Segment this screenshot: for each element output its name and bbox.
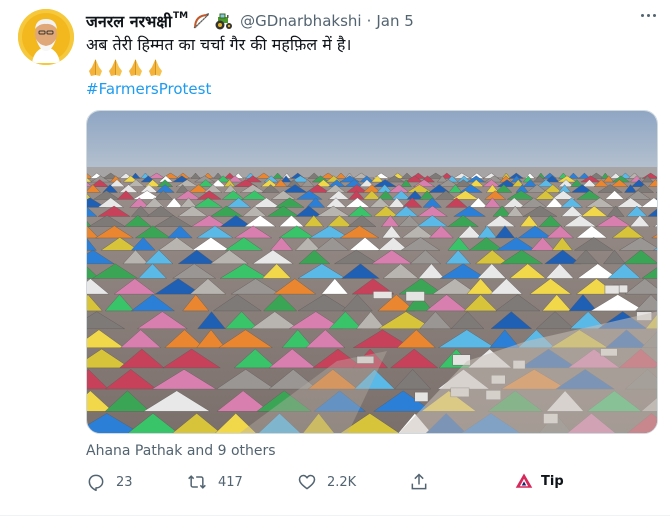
reply-count: 23 bbox=[116, 474, 133, 490]
retweet-icon bbox=[188, 475, 206, 489]
display-name[interactable]: जनरल नरभक्षी bbox=[86, 10, 172, 32]
name-emoji-badges bbox=[192, 12, 234, 30]
reply-icon bbox=[88, 474, 104, 492]
more-icon[interactable] bbox=[641, 14, 656, 17]
emoji-row bbox=[86, 56, 165, 78]
tweet-photo[interactable] bbox=[86, 110, 658, 434]
vehicle-shape bbox=[405, 291, 425, 302]
tweet[interactable]: जनरल नरभक्षी TM @GDnarbhakshi · Jan 5 अब… bbox=[0, 0, 670, 516]
like-icon bbox=[298, 474, 316, 490]
user-handle[interactable]: @GDnarbhakshi bbox=[240, 12, 361, 30]
like-button[interactable]: 2.2K bbox=[297, 472, 356, 492]
reply-button[interactable]: 23 bbox=[86, 472, 133, 492]
share-button[interactable] bbox=[409, 472, 429, 492]
trademark-mark: TM bbox=[173, 11, 189, 21]
hashtag-link[interactable]: #FarmersProtest bbox=[86, 79, 211, 99]
avatar-image bbox=[18, 9, 74, 65]
vehicle-shape bbox=[414, 391, 429, 402]
avatar[interactable] bbox=[18, 9, 74, 65]
tip-label: Tip bbox=[541, 473, 564, 489]
tip-button[interactable]: Tip bbox=[515, 472, 564, 490]
tweet-text: अब तेरी हिम्मत का चर्चा गैर की महफ़िल मे… bbox=[86, 35, 352, 54]
tip-icon bbox=[515, 473, 533, 488]
separator-dot: · bbox=[366, 12, 372, 30]
folded-hands-icon bbox=[149, 58, 162, 76]
share-icon bbox=[411, 473, 427, 490]
folded-hands-icon bbox=[89, 58, 102, 76]
retweet-count: 417 bbox=[218, 474, 243, 490]
bow-and-arrow-icon bbox=[193, 13, 210, 29]
folded-hands-icon bbox=[129, 58, 142, 76]
tweet-actions: 23 417 2.2K Tip bbox=[86, 472, 566, 500]
tweet-date[interactable]: Jan 5 bbox=[376, 12, 413, 30]
tractor-icon bbox=[215, 13, 233, 30]
retweet-button[interactable]: 417 bbox=[186, 472, 243, 492]
like-count: 2.2K bbox=[327, 474, 357, 490]
tweet-header: जनरल नरभक्षी TM @GDnarbhakshi · Jan 5 bbox=[86, 10, 414, 32]
tent-city-photo bbox=[87, 111, 657, 433]
likers-summary[interactable]: Ahana Pathak and 9 others bbox=[86, 443, 276, 459]
vehicle-shape bbox=[373, 291, 393, 299]
folded-hands-icon bbox=[109, 58, 122, 76]
vehicle-shape bbox=[604, 284, 620, 295]
